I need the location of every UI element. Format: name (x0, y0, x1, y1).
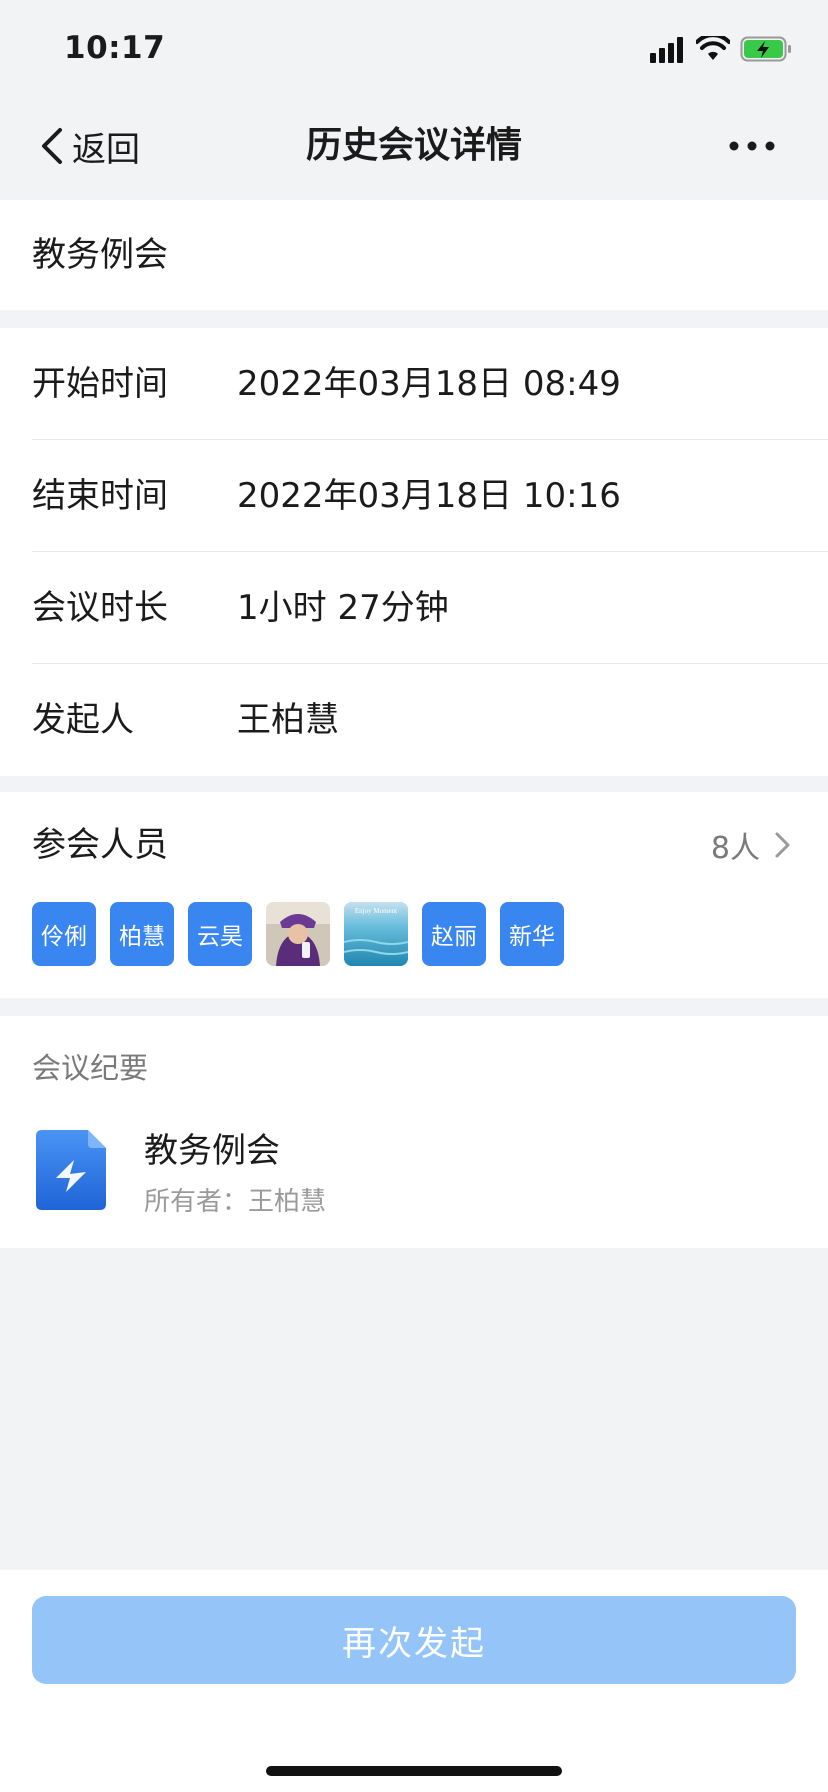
duration-label: 会议时长 (32, 588, 168, 628)
chevron-right-icon (775, 832, 790, 858)
owner-label: 所有者： (144, 1187, 249, 1217)
nav-bar: 历史会议详情 返回 (0, 96, 828, 200)
start-time-value: 2022年03月18日 08:49 (237, 364, 621, 404)
participant-avatar[interactable]: 伶俐 (32, 902, 96, 966)
start-time-row: 开始时间 2022年03月18日 08:49 (32, 328, 828, 440)
start-time-label: 开始时间 (32, 364, 168, 404)
meeting-info-card: 开始时间 2022年03月18日 08:49 结束时间 2022年03月18日 … (0, 328, 828, 776)
end-time-value: 2022年03月18日 10:16 (237, 476, 621, 516)
chevron-left-icon (42, 128, 62, 164)
participants-count-button[interactable]: 8人 (711, 820, 792, 870)
participants-card: 参会人员 8人 伶俐 柏慧 云昊 Enjoy Moment 赵丽 新华 (0, 792, 828, 998)
status-bar: 10:17 (0, 0, 828, 96)
wifi-icon (696, 36, 730, 60)
duration-value: 1小时 27分钟 (237, 588, 449, 628)
organizer-label: 发起人 (32, 700, 134, 740)
minutes-header: 会议纪要 (32, 1051, 149, 1085)
sea-photo-icon: Enjoy Moment (344, 902, 408, 966)
organizer-value: 王柏慧 (237, 700, 339, 740)
more-icon (729, 141, 775, 151)
page: 10:17 历史会议详情 返回 教务例会 开始时间 2022年03月18日 08… (0, 0, 828, 1792)
meeting-title: 教务例会 (32, 235, 168, 275)
relaunch-meeting-button[interactable]: 再次发起 (32, 1596, 796, 1684)
meeting-minutes-card: 会议纪要 教务例会 所有者：王柏慧 (0, 1016, 828, 1248)
participant-avatar[interactable]: 云昊 (188, 902, 252, 966)
back-label: 返回 (72, 129, 140, 170)
participants-count: 8人 (710, 831, 760, 866)
cellular-signal-icon (650, 35, 686, 63)
participant-avatar[interactable]: 赵丽 (422, 902, 486, 966)
participant-avatar[interactable]: 柏慧 (110, 902, 174, 966)
document-icon (36, 1130, 106, 1210)
minutes-document-title: 教务例会 (144, 1131, 280, 1171)
end-time-label: 结束时间 (32, 476, 168, 516)
participant-avatar-photo-sea[interactable]: Enjoy Moment (344, 902, 408, 966)
back-button[interactable]: 返回 (36, 118, 140, 174)
owner-name: 王柏慧 (248, 1187, 327, 1217)
sea-photo-caption: Enjoy Moment (355, 907, 397, 915)
home-indicator (266, 1766, 562, 1776)
participant-avatar[interactable]: 新华 (500, 902, 564, 966)
participant-avatars: 伶俐 柏慧 云昊 Enjoy Moment 赵丽 新华 (32, 902, 564, 966)
minutes-document-owner: 所有者：王柏慧 (144, 1184, 326, 1220)
meeting-title-card: 教务例会 (0, 200, 828, 310)
status-icons (650, 34, 792, 64)
participant-avatar-photo-child[interactable] (266, 902, 330, 966)
more-button[interactable] (724, 120, 780, 172)
end-time-row: 结束时间 2022年03月18日 10:16 (32, 440, 828, 552)
battery-charging-icon (740, 36, 791, 62)
participants-title: 参会人员 (32, 825, 168, 865)
organizer-row: 发起人 王柏慧 (32, 664, 828, 776)
duration-row: 会议时长 1小时 27分钟 (32, 552, 828, 664)
minutes-document-item[interactable]: 教务例会 所有者：王柏慧 (32, 1126, 796, 1226)
status-time: 10:17 (64, 30, 166, 66)
bottom-action-bar: 再次发起 (0, 1570, 828, 1792)
child-photo-icon (266, 902, 330, 966)
